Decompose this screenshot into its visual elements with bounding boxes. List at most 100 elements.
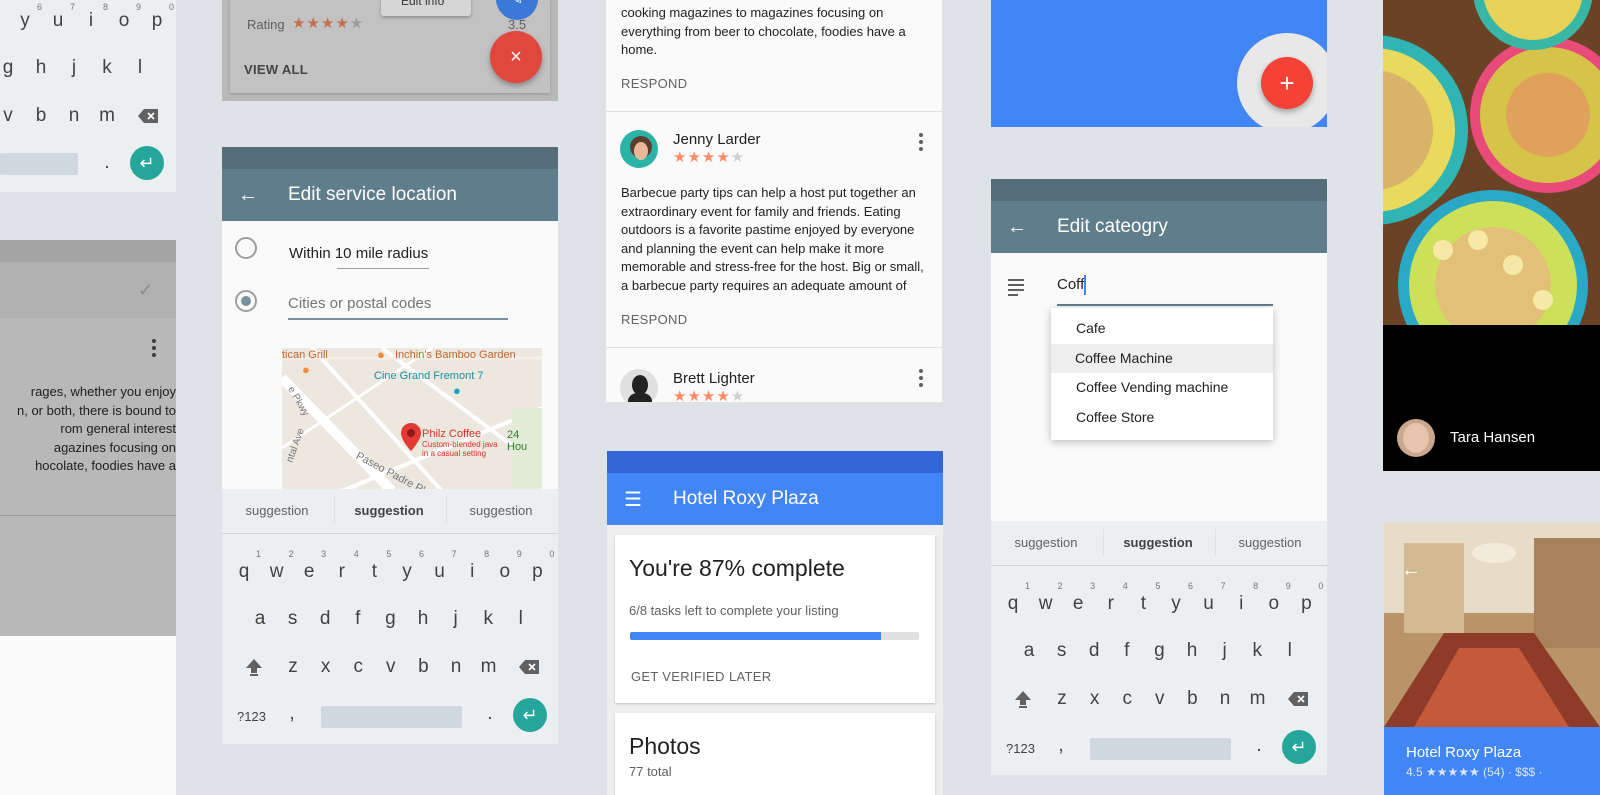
more-vert-icon[interactable] <box>919 133 923 154</box>
hotel-photo[interactable]: ← <box>1384 523 1600 727</box>
key-b[interactable]: b <box>26 105 56 127</box>
key-k[interactable]: k <box>473 608 503 630</box>
comma-key[interactable]: , <box>1046 735 1076 757</box>
enter-key[interactable]: ↵ <box>1282 730 1316 764</box>
key-y[interactable]: y6 <box>1161 581 1193 615</box>
view-all-link[interactable]: VIEW ALL <box>244 62 308 77</box>
period-key[interactable]: . <box>92 152 122 174</box>
key-j[interactable]: j <box>59 57 89 79</box>
radio-radius[interactable] <box>235 237 257 259</box>
suggestion-chip[interactable]: suggestion <box>222 503 332 518</box>
respond-button[interactable]: RESPOND <box>621 312 687 327</box>
radio-cities[interactable] <box>235 290 257 312</box>
key-x[interactable]: x <box>1080 688 1110 710</box>
shift-key[interactable] <box>244 657 264 677</box>
suggestion-chip[interactable]: suggestion <box>334 503 444 518</box>
key-o[interactable]: o9 <box>1259 581 1291 615</box>
key-y[interactable]: y6 <box>10 2 42 32</box>
key-c[interactable]: c <box>343 656 373 678</box>
suggestion-chip[interactable]: suggestion <box>1215 535 1325 550</box>
space-key[interactable] <box>1090 738 1231 760</box>
key-g[interactable]: g <box>1144 640 1174 662</box>
key-l[interactable]: l <box>1275 640 1305 662</box>
cities-input[interactable] <box>288 288 508 320</box>
key-a[interactable]: a <box>245 608 275 630</box>
key-m[interactable]: m <box>1243 688 1273 710</box>
key-j[interactable]: j <box>1210 640 1240 662</box>
suggestion-chip[interactable]: suggestion <box>991 535 1101 550</box>
key-z[interactable]: z <box>1047 688 1077 710</box>
key-o[interactable]: o9 <box>109 2 141 32</box>
key-e[interactable]: e3 <box>1063 581 1095 615</box>
period-key[interactable]: . <box>475 703 505 725</box>
edit-info-chip[interactable]: Edit info <box>381 0 471 16</box>
back-arrow-icon[interactable]: ← <box>1401 559 1421 582</box>
key-n[interactable]: n <box>59 105 89 127</box>
key-q[interactable]: q1 <box>998 581 1030 615</box>
key-l[interactable]: l <box>125 57 155 79</box>
comma-key[interactable]: , <box>277 703 307 725</box>
key-m[interactable]: m <box>92 105 122 127</box>
key-p[interactable]: p0 <box>1291 581 1323 615</box>
key-k[interactable]: k <box>1242 640 1272 662</box>
period-key[interactable]: . <box>1244 735 1274 757</box>
key-v[interactable]: v <box>0 105 23 127</box>
later-button[interactable]: LATER <box>729 669 771 684</box>
get-verified-button[interactable]: GET VERIFIED <box>631 669 725 684</box>
key-u[interactable]: u7 <box>1194 581 1225 615</box>
menu-icon[interactable]: ☰ <box>623 489 643 511</box>
respond-button[interactable]: RESPOND <box>621 76 687 91</box>
more-vert-icon[interactable] <box>152 339 156 360</box>
key-f[interactable]: f <box>1112 640 1142 662</box>
back-arrow-icon[interactable]: ← <box>238 184 258 206</box>
key-u[interactable]: u7 <box>43 2 75 32</box>
key-c[interactable]: c <box>1112 688 1142 710</box>
key-k[interactable]: k <box>92 57 122 79</box>
key-i[interactable]: i8 <box>457 549 489 583</box>
key-r[interactable]: r4 <box>327 549 359 583</box>
key-h[interactable]: h <box>408 608 438 630</box>
shift-key[interactable] <box>1013 689 1033 709</box>
autocomplete-option[interactable]: Coffee Vending machine <box>1051 373 1273 402</box>
key-z[interactable]: z <box>278 656 308 678</box>
category-input[interactable]: Coff <box>1057 275 1273 306</box>
more-vert-icon[interactable] <box>919 369 923 390</box>
radius-option-label[interactable]: Within 10 mile radius <box>289 245 428 262</box>
key-o[interactable]: o9 <box>490 549 522 583</box>
backspace-key[interactable] <box>1287 691 1309 707</box>
key-y[interactable]: y6 <box>392 549 424 583</box>
key-d[interactable]: d <box>1079 640 1109 662</box>
key-v[interactable]: v <box>376 656 406 678</box>
key-g[interactable]: g <box>0 57 23 79</box>
symbols-key[interactable]: ?123 <box>1006 741 1035 756</box>
key-t[interactable]: t5 <box>1128 581 1161 615</box>
key-n[interactable]: n <box>1210 688 1240 710</box>
key-p[interactable]: p0 <box>142 2 174 32</box>
key-x[interactable]: x <box>311 656 341 678</box>
food-photo[interactable] <box>1383 0 1600 325</box>
key-h[interactable]: h <box>26 57 56 79</box>
key-u[interactable]: u7 <box>425 549 456 583</box>
key-l[interactable]: l <box>506 608 536 630</box>
autocomplete-option[interactable]: Cafe <box>1051 314 1273 343</box>
key-w[interactable]: w2 <box>262 549 294 583</box>
key-j[interactable]: j <box>441 608 471 630</box>
space-key[interactable] <box>321 706 462 728</box>
key-w[interactable]: w2 <box>1031 581 1063 615</box>
add-fab[interactable]: + <box>1261 57 1313 109</box>
key-e[interactable]: e3 <box>294 549 326 583</box>
key-g[interactable]: g <box>375 608 405 630</box>
key-h[interactable]: h <box>1177 640 1207 662</box>
key-q[interactable]: q1 <box>229 549 261 583</box>
key-s[interactable]: s <box>1047 640 1077 662</box>
autocomplete-option[interactable]: Coffee Store <box>1051 403 1273 432</box>
key-b[interactable]: b <box>408 656 438 678</box>
check-icon[interactable]: ✓ <box>138 280 153 301</box>
backspace-key[interactable] <box>137 108 159 124</box>
symbols-key[interactable]: ?123 <box>237 709 266 724</box>
key-s[interactable]: s <box>278 608 308 630</box>
key-a[interactable]: a <box>1014 640 1044 662</box>
key-r[interactable]: r4 <box>1096 581 1128 615</box>
key-p[interactable]: p0 <box>522 549 554 583</box>
enter-key[interactable]: ↵ <box>130 146 164 180</box>
